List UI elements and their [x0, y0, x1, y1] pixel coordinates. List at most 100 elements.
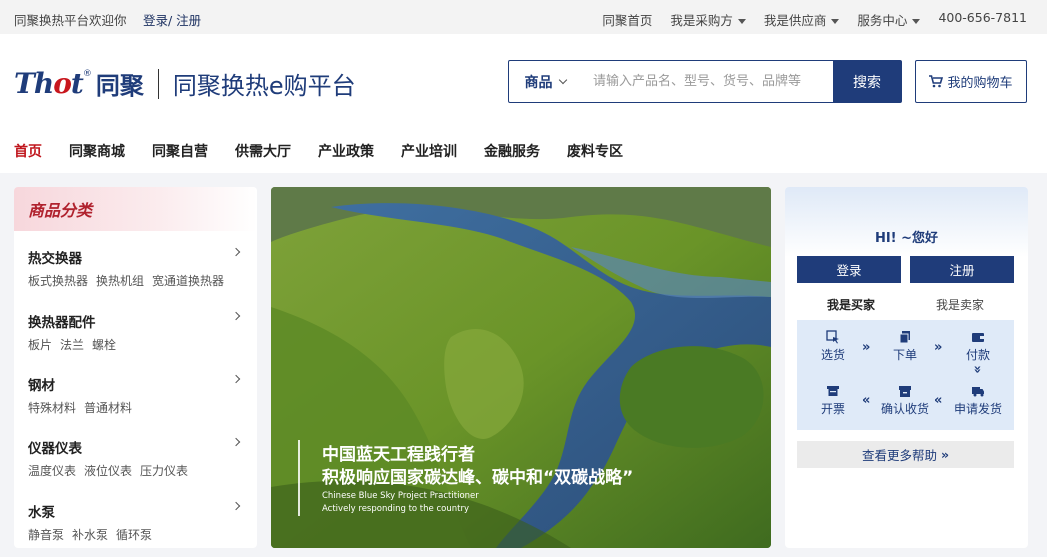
step-confirm-receipt[interactable]: 确认收货 [875, 384, 935, 417]
step-label: 申请发货 [953, 402, 1002, 416]
more-help-label: 查看更多帮助 [861, 448, 937, 463]
step-label: 下单 [892, 348, 917, 362]
banner-headline-2: 积极响应国家碳达峰、碳中和“双碳战略” [322, 468, 634, 488]
wallet-icon [972, 333, 984, 342]
subcategory-link[interactable]: 普通材料 [84, 401, 132, 415]
subcategory-link[interactable]: 螺栓 [92, 338, 116, 352]
top-bar: 同聚换热平台欢迎你 登录/ 注册 同聚首页 我是采购方 我是供应商 服务中心 4… [0, 0, 1047, 34]
cart-icon [929, 75, 944, 88]
register-button[interactable]: 注册 [910, 256, 1014, 283]
step-place-order[interactable]: 下单 [875, 330, 935, 363]
subcategory-link[interactable]: 板片 [28, 338, 52, 352]
main-nav: 首页 同聚商城 同聚自营 供需大厅 产业政策 产业培训 金融服务 废料专区 [0, 129, 1047, 173]
subcategory-link[interactable]: 特殊材料 [28, 401, 76, 415]
search-input[interactable] [581, 61, 833, 102]
subcategory-list: 板片 法兰 螺栓 [28, 336, 243, 353]
box-icon [899, 386, 911, 397]
subcategory-link[interactable]: 循环泵 [116, 528, 152, 542]
subcategory-link[interactable]: 补水泵 [72, 528, 108, 542]
nav-item-scrap[interactable]: 废料专区 [567, 141, 623, 161]
logo-mark-o: o [53, 67, 72, 100]
subcategory-link[interactable]: 换热机组 [96, 274, 144, 288]
search-category-label: 商品 [524, 74, 553, 91]
banner-subtitle-1: Chinese Blue Sky Project Practitioner [322, 491, 479, 501]
step-select-goods[interactable]: 选货 [803, 330, 863, 363]
category-item-steel[interactable]: 钢材 特殊材料 普通材料 [28, 374, 243, 416]
subcategory-list: 板式换热器 换热机组 宽通道换热器 [28, 272, 243, 289]
nav-item-mall[interactable]: 同聚商城 [69, 141, 125, 161]
login-register-link[interactable]: 登录/ 注册 [143, 10, 201, 29]
chevron-down-icon [831, 19, 840, 24]
nav-item-supply-demand[interactable]: 供需大厅 [235, 141, 291, 161]
chevron-down-icon [558, 75, 567, 85]
step-request-shipment[interactable]: 申请发货 [948, 384, 1008, 417]
subcategory-list: 特殊材料 普通材料 [28, 399, 243, 416]
service-menu[interactable]: 服务中心 [857, 10, 921, 29]
double-chevron-right-icon: » [934, 340, 943, 355]
step-label: 确认收货 [880, 402, 929, 416]
category-header: 商品分类 [14, 187, 257, 231]
double-chevron-left-icon: « [934, 393, 943, 408]
banner-headline-1: 中国蓝天工程践行者 [322, 445, 475, 465]
subcategory-list: 静音泵 补水泵 循环泵 [28, 526, 243, 543]
phone-number: 400-656-7811 [938, 10, 1027, 25]
category-item-accessories[interactable]: 换热器配件 板片 法兰 螺栓 [28, 311, 243, 353]
category-name: 热交换器 [28, 251, 82, 267]
category-item-heat-exchanger[interactable]: 热交换器 板式换热器 换热机组 宽通道换热器 [28, 247, 243, 289]
top-links: 同聚首页 我是采购方 我是供应商 服务中心 400-656-7811 [602, 10, 1027, 29]
logo-divider [157, 68, 159, 99]
nav-item-finance[interactable]: 金融服务 [484, 141, 540, 161]
chevron-down-icon [912, 19, 921, 24]
search-button[interactable]: 搜索 [833, 61, 901, 102]
user-panel: HI! ~您好 登录 注册 我是买家 我是卖家 选货 » 下单 » 付款 » 开… [785, 187, 1028, 548]
search-category-select[interactable]: 商品 [509, 61, 581, 102]
double-chevron-down-icon: » [969, 365, 985, 374]
subcategory-link[interactable]: 板式换热器 [28, 274, 88, 288]
subcategory-link[interactable]: 压力仪表 [140, 464, 188, 478]
logo[interactable]: Thot ® 同聚 同聚换热e购平台 [14, 66, 356, 101]
subcategory-link[interactable]: 宽通道换热器 [152, 274, 224, 288]
greeting: HI! ~您好 [874, 231, 939, 246]
nav-item-training[interactable]: 产业培训 [401, 141, 457, 161]
logo-cn-text: 同聚 [95, 72, 144, 100]
login-button[interactable]: 登录 [797, 256, 901, 283]
buyer-menu-label: 我是采购方 [670, 13, 733, 28]
copy-icon [899, 331, 910, 344]
more-help-button[interactable]: 查看更多帮助» [797, 441, 1014, 468]
welcome-text: 同聚换热平台欢迎你 [14, 13, 127, 28]
caption-bar [298, 440, 300, 516]
subcategory-link[interactable]: 温度仪表 [28, 464, 76, 478]
cart-label: 我的购物车 [947, 76, 1013, 91]
subcategory-link[interactable]: 液位仪表 [84, 464, 132, 478]
subcategory-link[interactable]: 法兰 [60, 338, 84, 352]
chevron-down-icon [737, 19, 746, 24]
registered-mark: ® [82, 68, 92, 79]
purchase-flow: 选货 » 下单 » 付款 » 开票 « 确认收货 « 申请发货 [797, 320, 1014, 430]
category-name: 换热器配件 [28, 315, 96, 331]
tab-seller[interactable]: 我是卖家 [936, 296, 984, 313]
nav-item-self-operated[interactable]: 同聚自营 [152, 141, 208, 161]
nav-item-home[interactable]: 首页 [14, 141, 42, 161]
double-chevron-right-icon: » [862, 340, 871, 355]
site-title: 同聚换热e购平台 [172, 72, 356, 100]
supplier-menu[interactable]: 我是供应商 [764, 10, 840, 29]
header: Thot ® 同聚 同聚换热e购平台 商品 搜索 我的购物车 [0, 34, 1047, 129]
nav-item-policy[interactable]: 产业政策 [318, 141, 374, 161]
home-link[interactable]: 同聚首页 [602, 10, 652, 29]
buyer-menu[interactable]: 我是采购方 [670, 10, 746, 29]
double-chevron-right-icon: » [940, 447, 950, 462]
cart-button[interactable]: 我的购物车 [915, 60, 1027, 103]
double-chevron-left-icon: « [862, 393, 871, 408]
subcategory-link[interactable]: 静音泵 [28, 528, 64, 542]
category-item-pumps[interactable]: 水泵 静音泵 补水泵 循环泵 [28, 501, 243, 543]
step-payment[interactable]: 付款 [948, 330, 1008, 363]
tab-buyer[interactable]: 我是买家 [827, 296, 875, 313]
step-label: 选货 [820, 348, 845, 362]
logo-mark: Thot [14, 67, 84, 100]
step-label: 付款 [965, 348, 990, 362]
step-label: 开票 [820, 402, 845, 416]
category-item-instruments[interactable]: 仪器仪表 温度仪表 液位仪表 压力仪表 [28, 437, 243, 479]
truck-icon [972, 387, 984, 397]
step-invoice[interactable]: 开票 [803, 384, 863, 417]
category-title: 商品分类 [28, 201, 93, 220]
